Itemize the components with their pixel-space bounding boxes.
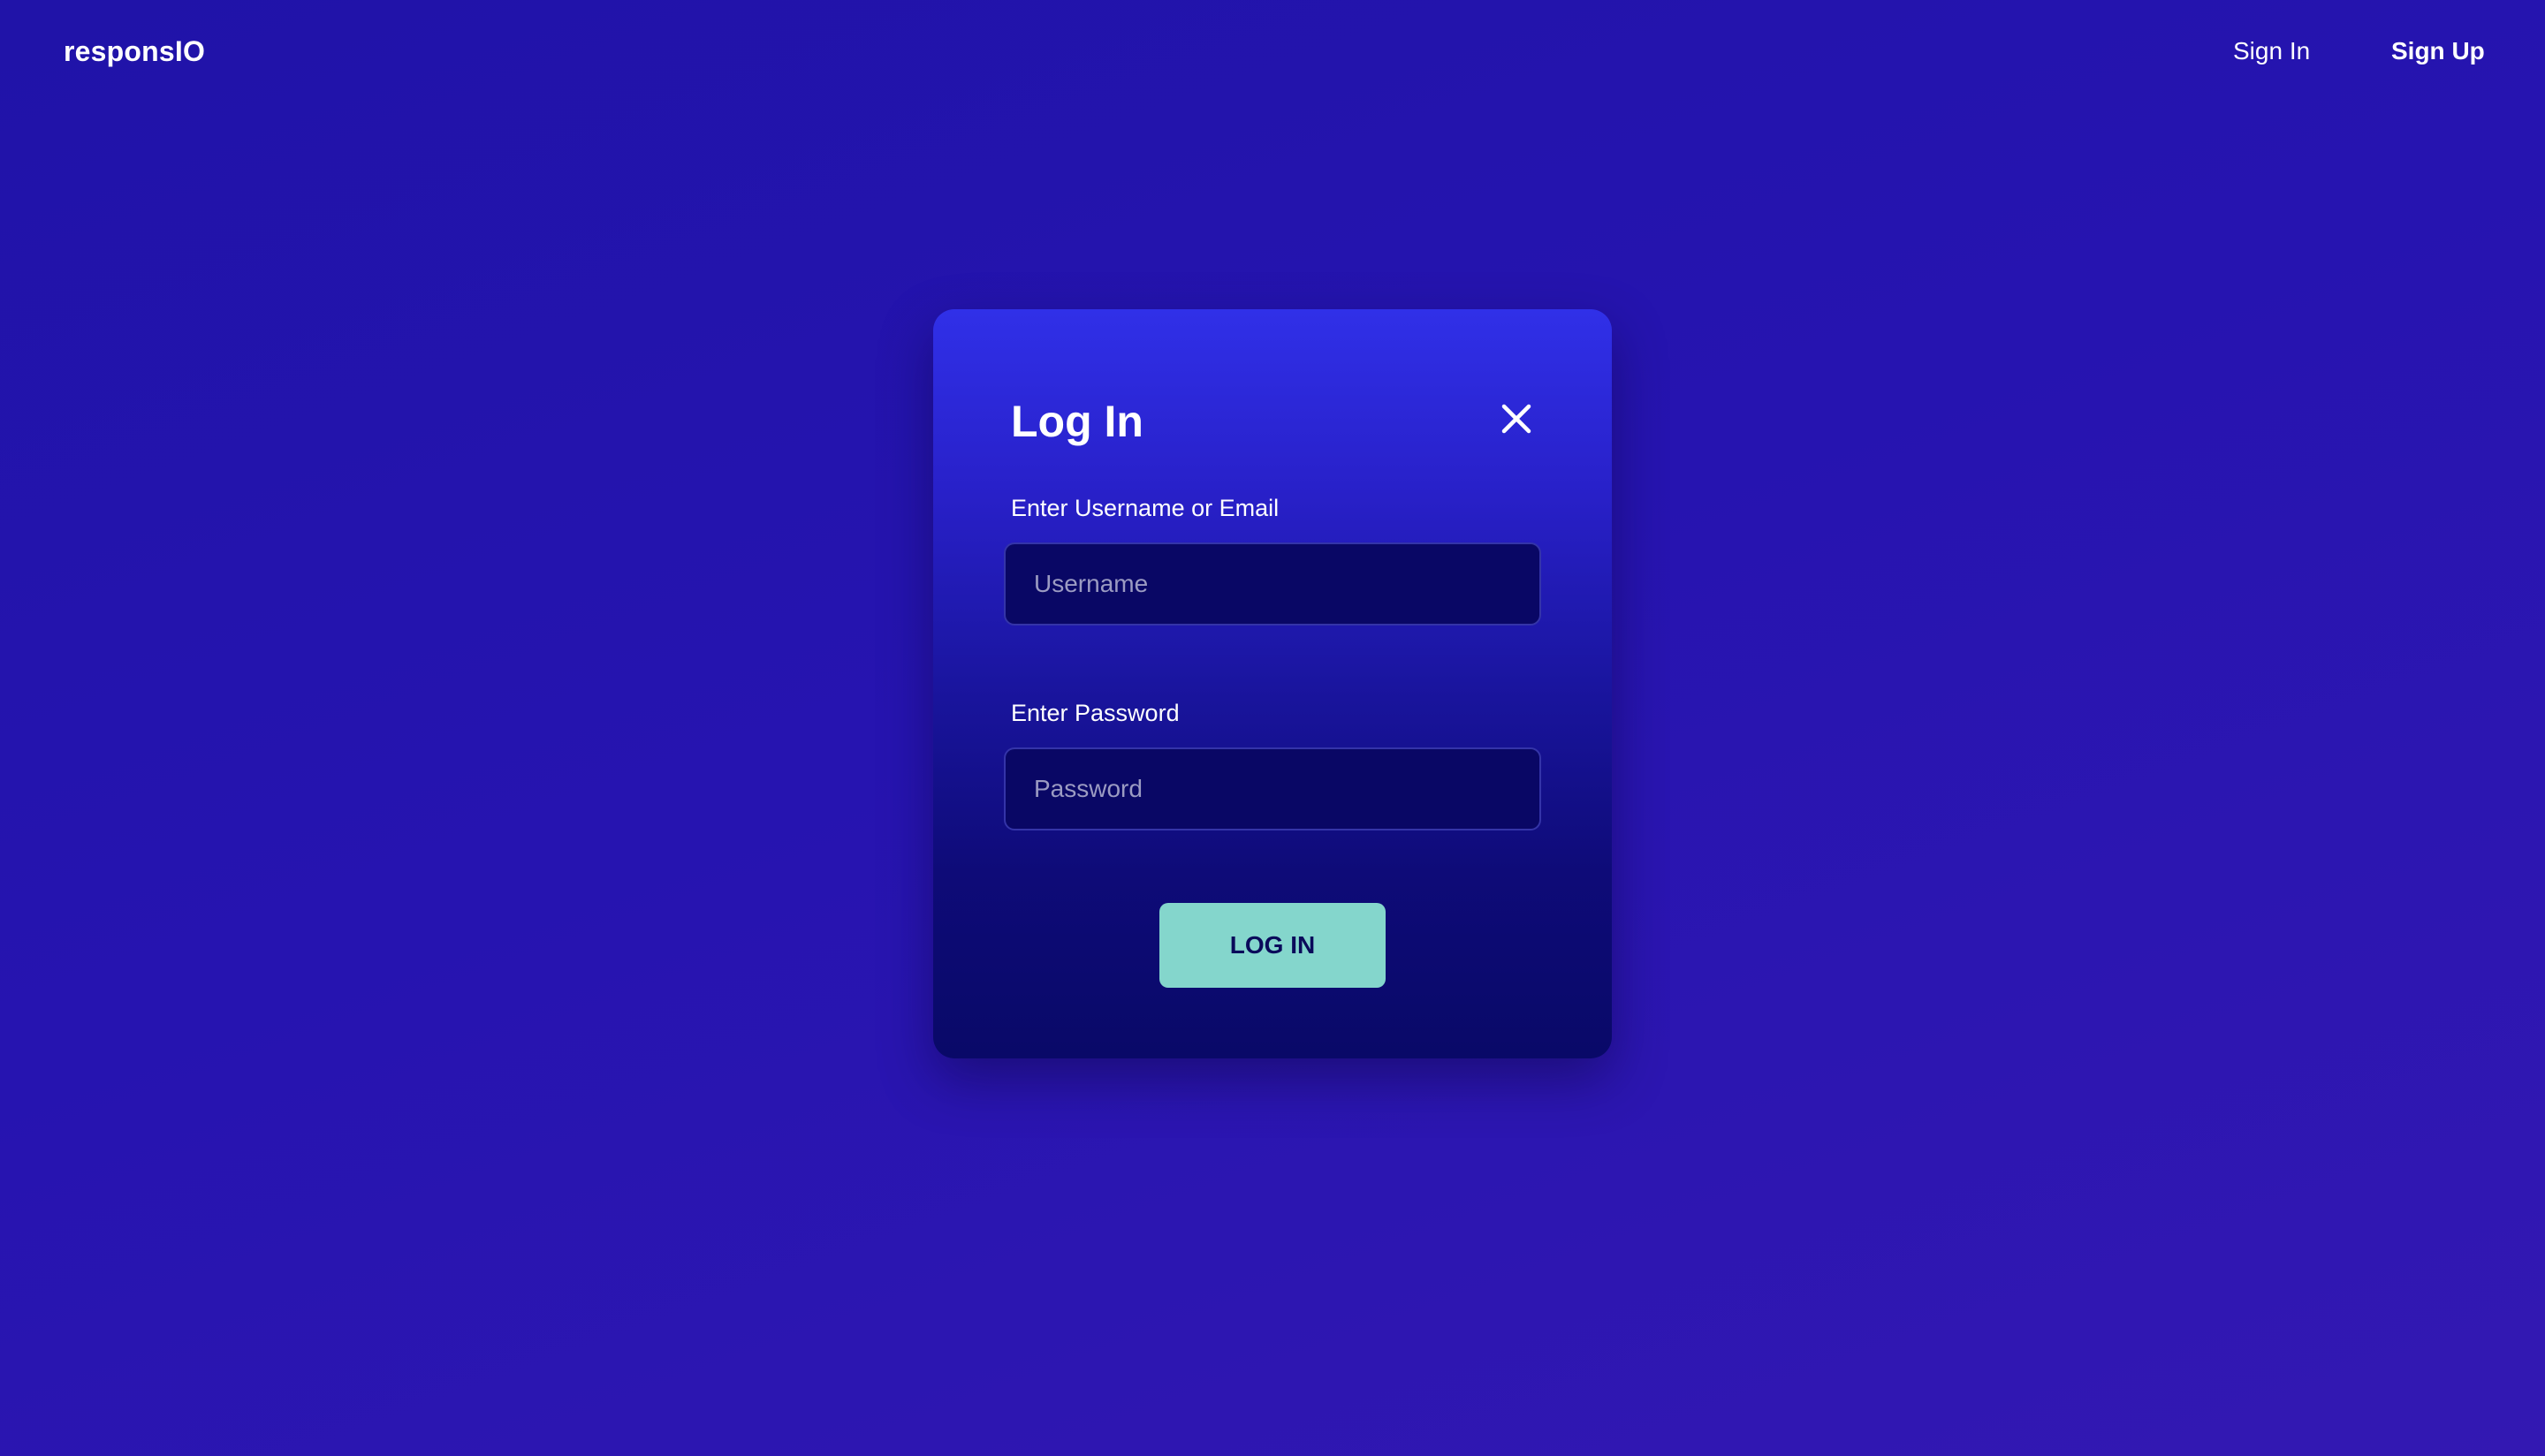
password-field-label: Enter Password [1011,700,1180,726]
modal-title: Log In [1011,397,1143,446]
login-submit-button[interactable]: LOG IN [1159,903,1386,988]
brand-logo[interactable]: responsIO [64,35,205,68]
top-navigation-bar: responsIO Sign In Sign Up [0,0,2545,110]
password-input[interactable] [1004,747,1541,830]
close-icon [1501,404,1531,434]
login-modal: Log In Enter Username or Email Enter Pas… [933,309,1612,1058]
nav-sign-up-link[interactable]: Sign Up [2391,37,2485,65]
username-input[interactable] [1004,542,1541,626]
close-button[interactable] [1499,401,1534,436]
nav-sign-in-link[interactable]: Sign In [2233,37,2310,65]
username-field-label: Enter Username or Email [1011,495,1280,521]
